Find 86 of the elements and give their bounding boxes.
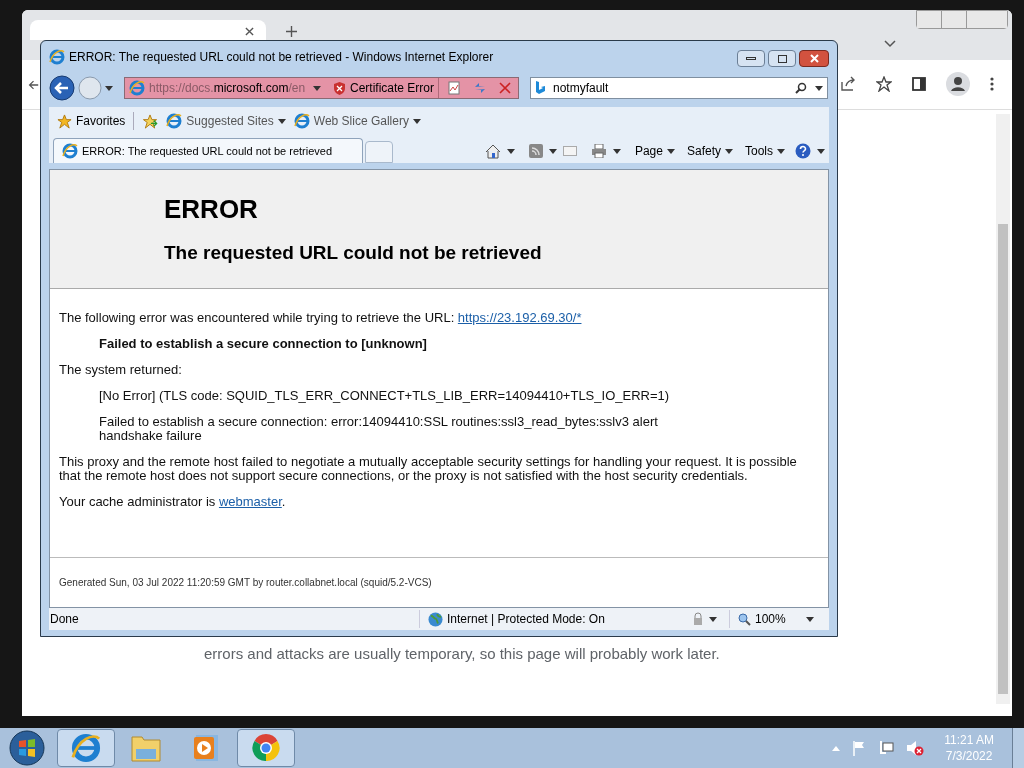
error-heading: ERROR [164, 196, 259, 222]
menu-button[interactable]: Page [634, 142, 675, 160]
star-icon[interactable] [876, 76, 892, 92]
lock-icon[interactable] [691, 612, 705, 626]
print-icon[interactable] [590, 144, 607, 158]
caret-icon [105, 85, 113, 91]
caret-icon [815, 85, 823, 91]
folder-icon [130, 733, 162, 763]
paragraph: Your cache administrator is webmaster. [59, 495, 287, 509]
search-icon[interactable] [795, 82, 807, 94]
caret-icon [548, 148, 557, 154]
caret-icon [777, 148, 785, 154]
link[interactable]: https://23.192.69.30/* [457, 310, 582, 325]
error-detail: [No Error] (TLS code: SQUID_TLS_ERR_CONNECT+TLS_LIB_ERR=14094410+TLS_IO_ERR=1) [98, 389, 671, 403]
share-icon[interactable] [840, 76, 856, 92]
chrome-logo-icon [251, 733, 281, 763]
page-icon [129, 80, 145, 96]
zoom-icon[interactable] [738, 612, 751, 626]
add-favorite-icon[interactable] [142, 113, 159, 129]
star-icon [57, 113, 72, 129]
new-tab-icon[interactable] [286, 26, 297, 37]
page-text: errors and attacks are usually temporary, so this page will probably work later. [204, 644, 720, 664]
menu-button[interactable]: Safety [686, 142, 733, 160]
address-bar[interactable]: https://docs.microsoft.com/en Certificate Error [124, 77, 519, 99]
window-title: ERROR: The requested URL could not be retrieved - Windows Internet Explorer [69, 49, 494, 66]
caret-icon [612, 148, 621, 154]
network-icon[interactable] [878, 740, 895, 756]
ie-logo-icon [71, 733, 101, 763]
close-icon[interactable] [245, 27, 254, 36]
show-desktop-button[interactable] [1012, 728, 1024, 768]
caret-icon [725, 148, 733, 154]
refresh-icon[interactable] [473, 81, 488, 95]
caret-icon [666, 148, 675, 154]
side-panel-icon[interactable] [912, 77, 926, 91]
muted-speaker-icon[interactable] [906, 740, 925, 756]
caret-icon [412, 118, 421, 124]
favorites-button[interactable]: Favorites [57, 112, 135, 130]
paragraph: This proxy and the remote host failed to negotiate a mutually acceptable security settings for handling your request. It is possible that the remote host does not support secure connections, or the proxy is not satisfied with the host security credentials. [59, 455, 798, 483]
error-subheading: The requested URL could not be retrieved [164, 241, 543, 265]
taskbar-button[interactable] [57, 729, 115, 767]
status-text: Done [49, 611, 80, 628]
feed-icon[interactable] [528, 144, 543, 158]
back-button[interactable] [49, 75, 75, 101]
link[interactable]: webmaster [218, 494, 282, 509]
error-detail: Failed to establish a secure connection: error:14094410:SSL routines:ssl3_read_bytes:sslv3 alert handshake failure [98, 415, 659, 443]
media-player-icon [193, 734, 219, 762]
ie-logo-icon [49, 49, 65, 65]
caret-icon [805, 616, 814, 622]
home-icon[interactable] [484, 143, 501, 159]
footer-text: Generated Sun, 03 Jul 2022 11:20:59 GMT by router.collabnet.local (squid/5.2-VCS) [59, 576, 432, 590]
page-icon [293, 113, 310, 129]
maximize-button[interactable] [768, 50, 796, 67]
caret-icon [277, 118, 286, 124]
caret-icon [817, 148, 825, 154]
url-text: https://docs.microsoft.com/en [149, 80, 307, 97]
paragraph: The following error was encountered while trying to retrieve the URL: https://23.192.69.30/* [59, 311, 583, 325]
browser-tab[interactable]: ERROR: The requested URL could not be retrieved [53, 138, 363, 163]
compatibility-icon[interactable] [447, 81, 462, 95]
mail-icon[interactable] [562, 146, 577, 156]
help-icon[interactable] [795, 143, 811, 159]
caret-icon [313, 85, 321, 91]
menu-icon[interactable] [990, 77, 994, 91]
favorites-link[interactable]: Suggested Sites [166, 112, 286, 130]
shield-x-icon [333, 81, 346, 95]
ie-logo-icon [62, 143, 78, 159]
search-field[interactable]: notmyfault [530, 77, 828, 99]
paragraph: The system returned: [59, 363, 183, 377]
close-icon [809, 54, 819, 63]
menu-button[interactable]: Tools [745, 142, 785, 160]
page-icon [166, 113, 183, 129]
stop-icon[interactable] [499, 82, 512, 94]
minimize-button[interactable] [737, 50, 765, 67]
close-button[interactable] [799, 50, 829, 67]
globe-icon [428, 611, 443, 627]
caret-icon [506, 148, 515, 154]
caret-icon [709, 616, 717, 622]
certificate-error-button[interactable]: Certificate Error [333, 78, 440, 98]
start-button[interactable] [9, 730, 45, 766]
taskbar-button[interactable] [237, 729, 295, 767]
avatar-icon[interactable] [946, 72, 970, 96]
error-message: Failed to establish a secure connection to [unknown] [98, 337, 428, 351]
status-bar: Done Internet | Protected Mode: On 100% [49, 608, 829, 630]
favorites-link[interactable]: Web Slice Gallery [293, 112, 421, 130]
chevron-icon[interactable] [884, 40, 896, 48]
bing-icon [535, 81, 545, 95]
zoom-level[interactable]: 100% [755, 610, 786, 628]
